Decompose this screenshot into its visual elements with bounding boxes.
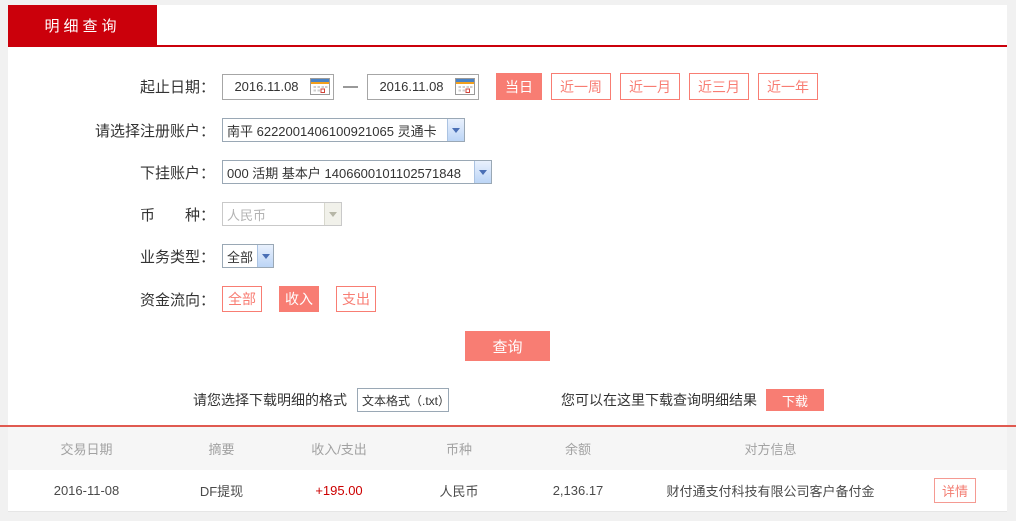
currency-row: 币 种： 人民币 xyxy=(8,202,1007,226)
currency-select: 人民币 xyxy=(222,202,342,226)
calendar-icon[interactable] xyxy=(455,78,475,95)
linked-account-label: 下挂账户： xyxy=(139,164,215,182)
cell-amount: +195.00 xyxy=(315,483,363,498)
business-type-select[interactable]: 全部 xyxy=(222,244,274,268)
business-type-row: 业务类型： 全部 xyxy=(8,244,1007,268)
fund-flow-row: 资金流向： 全部 收入 支出 xyxy=(8,286,1007,312)
chevron-down-icon[interactable] xyxy=(447,119,464,141)
download-hint-text: 您可以在这里下载查询明细结果 xyxy=(561,392,757,408)
register-account-row: 请选择注册账户： 南平 6222001406100921065 灵通卡 xyxy=(8,118,1007,142)
header-balance: 余额 xyxy=(564,442,591,457)
currency-selected-value: 人民币 xyxy=(227,207,267,223)
cell-balance: 2,136.17 xyxy=(552,483,604,498)
cell-counterparty: 财付通支付科技有限公司客户备付金 xyxy=(666,484,875,499)
business-type-label: 业务类型： xyxy=(139,248,215,266)
header-summary: 摘要 xyxy=(208,442,235,457)
table-row: 2016-11-08 DF提现 +195.00 人民币 2,136.17 财付通… xyxy=(8,470,1007,512)
chevron-down-icon xyxy=(324,203,341,225)
calendar-icon[interactable] xyxy=(310,78,330,95)
date-range-label: 起止日期： xyxy=(139,79,215,96)
start-date-value[interactable]: 2016.11.08 xyxy=(223,79,310,94)
linked-account-row: 下挂账户： 000 活期 基本户 1406600101102571848 xyxy=(8,160,1007,184)
date-range-row: 起止日期： 2016.11.08 — 2016.11.08 当日 近一周 近一月… xyxy=(8,73,1007,100)
download-format-selected-value: 文本格式（.txt） xyxy=(362,393,449,408)
detail-button[interactable]: 详情 xyxy=(934,478,976,503)
business-type-selected-value: 全部 xyxy=(227,249,254,265)
header-trade-date: 交易日期 xyxy=(60,442,113,457)
cell-trade-date: 2016-11-08 xyxy=(53,483,120,498)
date-range-separator: — xyxy=(343,78,358,95)
end-date-input[interactable]: 2016.11.08 xyxy=(367,73,479,100)
results-table: 交易日期 摘要 收入/支出 币种 余额 对方信息 2016-11-08 DF提现… xyxy=(8,427,1007,512)
end-date-value[interactable]: 2016.11.08 xyxy=(368,79,455,94)
linked-account-selected-value: 000 活期 基本户 1406600101102571848 xyxy=(227,165,461,181)
quick-range-3months-button[interactable]: 近三月 xyxy=(689,73,749,100)
register-account-select[interactable]: 南平 6222001406100921065 灵通卡 xyxy=(222,118,465,142)
download-format-label: 请您选择下载明细的格式 xyxy=(193,392,347,408)
header-amount: 收入/支出 xyxy=(311,442,367,457)
linked-account-select[interactable]: 000 活期 基本户 1406600101102571848 xyxy=(222,160,492,184)
start-date-input[interactable]: 2016.11.08 xyxy=(222,73,334,100)
quick-range-week-button[interactable]: 近一周 xyxy=(551,73,611,100)
cell-summary: DF提现 xyxy=(199,484,244,499)
currency-label: 币 种： xyxy=(139,206,215,224)
quick-range-year-button[interactable]: 近一年 xyxy=(758,73,818,100)
download-format-select[interactable]: 文本格式（.txt） xyxy=(357,388,449,412)
chevron-down-icon[interactable] xyxy=(257,245,273,267)
fund-flow-income-button[interactable]: 收入 xyxy=(279,286,319,312)
transaction-query-page: { "tab": { "label": "明细查询" }, "form": { … xyxy=(0,0,1016,521)
download-button[interactable]: 下载 xyxy=(766,389,824,411)
query-button[interactable]: 查询 xyxy=(465,331,550,361)
query-form: 起止日期： 2016.11.08 — 2016.11.08 当日 近一周 近一月… xyxy=(8,47,1007,412)
fund-flow-all-button[interactable]: 全部 xyxy=(222,286,262,312)
header-counterparty: 对方信息 xyxy=(744,442,797,457)
quick-range-month-button[interactable]: 近一月 xyxy=(620,73,680,100)
cell-currency: 人民币 xyxy=(439,484,479,499)
header-currency: 币种 xyxy=(445,442,472,457)
register-account-selected-value: 南平 6222001406100921065 灵通卡 xyxy=(227,123,437,139)
download-row: 请您选择下载明细的格式 文本格式（.txt） 您可以在这里下载查询明细结果 下载 xyxy=(193,388,1007,412)
tab-detail-query[interactable]: 明细查询 xyxy=(8,5,157,45)
chevron-down-icon[interactable] xyxy=(474,161,491,183)
results-table-header: 交易日期 摘要 收入/支出 币种 余额 对方信息 xyxy=(8,427,1007,470)
fund-flow-label: 资金流向： xyxy=(139,291,215,309)
quick-range-today-button[interactable]: 当日 xyxy=(496,73,542,100)
register-account-label: 请选择注册账户： xyxy=(94,122,215,140)
content-panel: 明细查询 起止日期： 2016.11.08 — 2016.11.08 当日 近一… xyxy=(8,5,1007,425)
fund-flow-expense-button[interactable]: 支出 xyxy=(336,286,376,312)
